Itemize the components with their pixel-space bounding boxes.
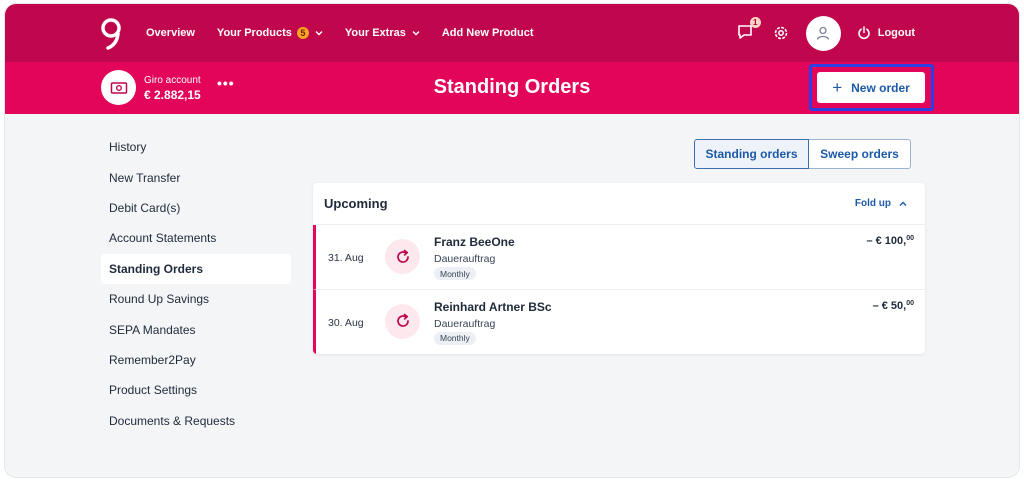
nav-overview[interactable]: Overview	[146, 27, 195, 39]
amount-cents: 00	[906, 299, 914, 307]
order-type: Dauerauftrag	[434, 253, 496, 265]
amount-cents: 00	[906, 235, 914, 242]
table-row[interactable]: 30. Aug Reinhard Artner BSc Dauerauftrag…	[313, 289, 925, 354]
sidebar-item-account-statements[interactable]: Account Statements	[101, 223, 291, 253]
sidebar: History New Transfer Debit Card(s) Accou…	[101, 132, 291, 436]
frequency-badge: Monthly	[434, 331, 476, 345]
order-recipient: Franz BeeOne	[434, 235, 515, 249]
amount-main: – € 100,	[866, 235, 907, 247]
fold-up-label: Fold up	[854, 198, 891, 209]
sidebar-item-label: Documents & Requests	[109, 413, 236, 428]
repeat-icon-wrap	[385, 303, 420, 339]
sidebar-item-label: Standing Orders	[109, 261, 204, 276]
user-icon	[817, 26, 830, 40]
repeat-icon	[396, 249, 409, 263]
sidebar-item-remember2pay[interactable]: Remember2Pay	[101, 345, 291, 375]
sidebar-item-product-settings[interactable]: Product Settings	[101, 375, 291, 405]
sidebar-item-documents-requests[interactable]: Documents & Requests	[101, 406, 291, 436]
nav-add-new-product[interactable]: Add New Product	[442, 27, 534, 39]
order-amount: – € 50,00	[873, 300, 914, 312]
messages-button[interactable]: 1	[736, 17, 761, 43]
sidebar-item-label: Product Settings	[109, 383, 198, 398]
messages-badge: 1	[749, 17, 761, 28]
nav-your-extras[interactable]: Your Extras	[345, 27, 420, 39]
nav-your-extras-label: Your Extras	[344, 27, 406, 39]
frequency-badge: Monthly	[434, 267, 476, 280]
sidebar-item-label: History	[109, 140, 147, 155]
tab-sweep-orders[interactable]: Sweep orders	[809, 139, 911, 169]
chevron-down-icon	[315, 31, 323, 36]
order-date: 31. Aug	[328, 252, 364, 264]
sidebar-item-debit-cards[interactable]: Debit Card(s)	[101, 193, 291, 223]
upcoming-title: Upcoming	[324, 196, 388, 211]
logout-label: Logout	[877, 27, 915, 39]
new-order-button[interactable]: + New order	[817, 72, 925, 103]
nav-actions: 1 Logout	[736, 4, 915, 62]
main-nav: Overview Your Products 5 Your Extras Add…	[146, 4, 556, 62]
sidebar-item-new-transfer[interactable]: New Transfer	[101, 162, 291, 192]
chevron-up-icon	[899, 201, 907, 206]
app-window: Overview Your Products 5 Your Extras Add…	[4, 3, 1020, 478]
nav-overview-label: Overview	[146, 27, 195, 39]
logo-icon[interactable]	[99, 16, 123, 50]
avatar[interactable]	[805, 15, 841, 51]
products-count-badge: 5	[296, 27, 309, 39]
account-bar: Giro account € 2.882,15 ••• Standing Ord…	[5, 62, 1019, 114]
order-recipient: Reinhard Artner BSc	[434, 299, 552, 314]
gear-icon[interactable]	[772, 24, 790, 42]
amount-main: – € 50,	[872, 299, 907, 312]
order-date: 30. Aug	[328, 316, 364, 329]
logout-button[interactable]: Logout	[857, 26, 915, 40]
fold-up-button[interactable]: Fold up	[855, 198, 907, 209]
new-order-label: New order	[851, 80, 910, 95]
plus-icon: +	[832, 78, 843, 97]
chevron-down-icon	[412, 31, 420, 36]
nav-add-new-product-label: Add New Product	[441, 27, 534, 39]
tab-standing-orders[interactable]: Standing orders	[694, 139, 809, 169]
order-type-toggle: Standing orders Sweep orders	[694, 139, 911, 169]
sidebar-item-label: New Transfer	[109, 170, 181, 185]
top-navigation: Overview Your Products 5 Your Extras Add…	[5, 4, 1019, 62]
sidebar-item-label: SEPA Mandates	[109, 322, 196, 337]
sidebar-item-history[interactable]: History	[101, 132, 291, 162]
nav-your-products-label: Your Products	[216, 27, 292, 39]
order-amount: – € 100,00	[866, 235, 914, 247]
power-icon	[858, 26, 870, 40]
upcoming-header: Upcoming Fold up	[313, 183, 925, 225]
sidebar-item-label: Account Statements	[109, 231, 217, 246]
sidebar-item-sepa-mandates[interactable]: SEPA Mandates	[101, 314, 291, 344]
sidebar-item-round-up-savings[interactable]: Round Up Savings	[101, 284, 291, 314]
sidebar-item-label: Debit Card(s)	[109, 200, 181, 215]
repeat-icon	[396, 313, 409, 327]
order-type: Dauerauftrag	[434, 317, 496, 330]
table-row[interactable]: 31. Aug Franz BeeOne Dauerauftrag Monthl…	[313, 225, 925, 290]
nav-your-products[interactable]: Your Products 5	[217, 27, 323, 39]
sidebar-item-label: Round Up Savings	[109, 292, 210, 307]
repeat-icon-wrap	[385, 239, 420, 274]
upcoming-card: Upcoming Fold up 31. Aug Franz BeeOne Da…	[313, 183, 925, 354]
sidebar-item-standing-orders[interactable]: Standing Orders	[101, 253, 291, 284]
sidebar-item-label: Remember2Pay	[109, 352, 196, 367]
